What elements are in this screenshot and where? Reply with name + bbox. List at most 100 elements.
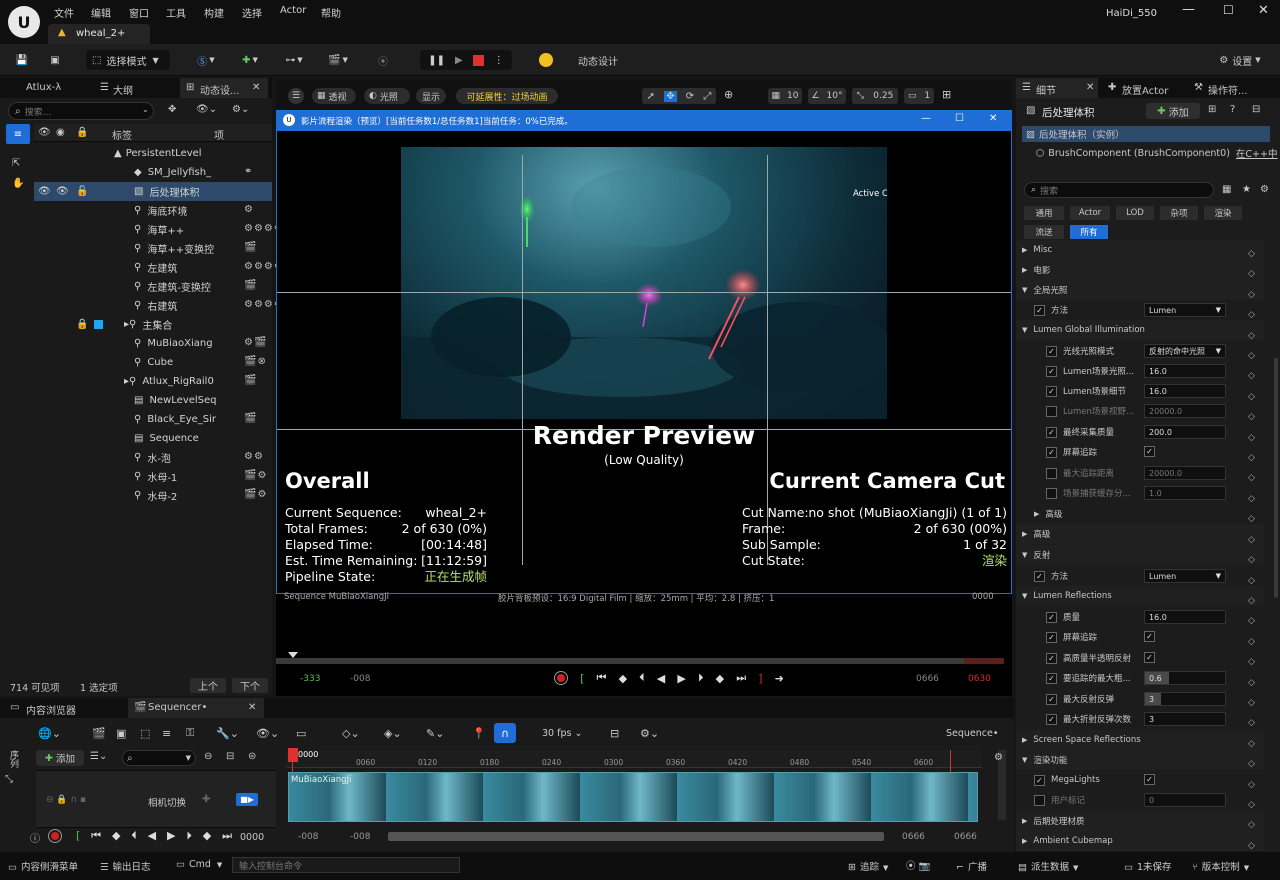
next-frame-icon[interactable]: ⏵ [186, 829, 192, 843]
help-icon[interactable]: ? [1230, 104, 1235, 115]
component-instance[interactable]: ▧ 后处理体积（实例） [1022, 126, 1270, 142]
section-movie[interactable]: ▶ 电影 [1016, 260, 1264, 280]
visibility-filter-icon[interactable]: 👁⌄ [196, 104, 217, 115]
end-frame-marker[interactable]: 0630 [968, 674, 991, 684]
list-item[interactable]: ▲ PersistentLevel [34, 144, 272, 163]
world-icon[interactable]: 🌐⌄ [38, 727, 61, 740]
final-gather-quality-field[interactable]: 200.0 [1144, 425, 1226, 439]
maximize-icon[interactable]: ☐ [1223, 3, 1234, 17]
world-icon[interactable]: ⊕ [724, 88, 733, 101]
list-item[interactable]: ⚲ 水母-1 🎬⚙ [34, 467, 272, 486]
filter-general[interactable]: 通用 [1024, 206, 1064, 220]
override-checkbox[interactable]: ✓ [1046, 611, 1057, 623]
record-status-icon[interactable]: ⦿ 📷 [906, 858, 930, 872]
override-checkbox[interactable]: ✓ [1046, 693, 1057, 705]
source-control-icon[interactable]: Ⓢ ▼ [192, 50, 220, 70]
collapse-icon[interactable]: ⊖ [204, 751, 212, 762]
override-checkbox[interactable]: ✓ [1034, 774, 1045, 786]
list-item[interactable]: ⚲ 左建筑 ⚙⚙⚙⚙ [34, 258, 283, 277]
lighting-button[interactable]: ◐ 光照 [364, 88, 410, 104]
settings-icon[interactable]: ⚙⌄ [232, 104, 249, 115]
list-item[interactable]: ▸⚲ Atlux_RigRail0 🎬 [34, 372, 272, 391]
unsaved-button[interactable]: ▭ 1未保存 [1124, 859, 1172, 873]
select-icon[interactable]: ➚ [647, 91, 655, 102]
list-item[interactable]: 🔒 ▸⚲ 主集合 [34, 315, 272, 334]
sort-icon[interactable]: ⊜ [248, 751, 256, 762]
start-frame[interactable]: -008 [350, 674, 370, 684]
source-control-button[interactable]: ⑂ 版本控制 ▼ [1192, 859, 1249, 873]
tab-sequencer[interactable]: Sequencer• [148, 702, 207, 713]
transform-key-icon[interactable]: ◈⌄ [384, 727, 402, 740]
visible-icon[interactable]: 👁 [38, 186, 51, 197]
sequencer-h-scrollbar[interactable] [388, 832, 884, 841]
menu-file[interactable]: 文件 [54, 5, 74, 20]
prev-frame-icon[interactable]: ⏴ [131, 829, 137, 843]
refl-screen-traces-checkbox[interactable]: ✓ [1144, 631, 1155, 642]
tools-icon[interactable]: 🔧⌄ [216, 727, 239, 740]
mode-dropdown[interactable]: ⬚ 选择模式 ▼ [86, 50, 170, 70]
cpp-link[interactable]: 在C++中 [1236, 146, 1278, 160]
tab-details[interactable]: 细节 [1036, 82, 1056, 97]
perspective-button[interactable]: ▦ 透视 [312, 88, 356, 104]
section-misc[interactable]: ▶ Misc [1016, 240, 1264, 260]
list-item[interactable]: ⚲ 海草++变换控 🎬 [34, 239, 272, 258]
close-tab-icon[interactable]: ✕ [252, 82, 260, 93]
add-key-icon[interactable]: ✚ [202, 794, 210, 805]
list-item[interactable]: ⚲ MuBiaoXiang ⚙🎬 [34, 334, 272, 353]
lock-icon[interactable]: 🔓 [76, 186, 88, 197]
override-checkbox[interactable]: ✓ [1034, 304, 1045, 316]
panel-settings-icon[interactable]: ⚙ [994, 752, 1003, 763]
play-end-field[interactable]: 0666 [902, 832, 925, 842]
camera-cut-clip[interactable]: MuBiaoXiangJi [288, 772, 978, 822]
end-frame[interactable]: 0666 [916, 674, 939, 684]
playhead[interactable] [288, 748, 298, 762]
output-log-button[interactable]: ☰ 输出日志 [100, 859, 151, 873]
cinematics-icon[interactable]: 🎬 ▼ [324, 50, 352, 70]
add-component-button[interactable]: ✚ 添加 [1146, 103, 1200, 119]
tab-place-actor[interactable]: 放置Actor [1122, 82, 1168, 97]
list-item[interactable]: ⚲ Black_Eye_Sir 🎬 [34, 410, 272, 429]
in-marker-icon[interactable]: [ [76, 829, 80, 843]
column-label[interactable]: 标签 [112, 127, 132, 142]
menu-select[interactable]: 选择 [242, 5, 262, 20]
next-key-icon[interactable]: ◆ [203, 829, 211, 843]
scale-snap-button[interactable]: ⤡ 0.25 [852, 88, 898, 104]
reverse-icon[interactable]: ◀ [657, 672, 665, 685]
derived-data-button[interactable]: ▤ 派生数据 ▼ [1018, 859, 1078, 873]
favorite-icon[interactable]: ★ [1242, 184, 1251, 195]
view-end-field[interactable]: 0666 [954, 832, 977, 842]
content-icon[interactable]: ▣ [44, 50, 66, 70]
hand-tool-icon[interactable]: ✋ [12, 178, 24, 189]
view-start-field[interactable]: -008 [298, 832, 318, 842]
snapshot-icon[interactable]: ⬚ [140, 727, 150, 740]
close-icon[interactable]: ✕ [1258, 3, 1269, 18]
fps-select[interactable]: 30 fps ⌄ [542, 728, 582, 739]
scene-view-distance-field[interactable]: 20000.0 [1144, 404, 1226, 418]
tab-motion-design[interactable]: 动态设... [200, 82, 240, 97]
trace-button[interactable]: ⊞ 追踪 ▼ [848, 859, 888, 873]
play-start-field[interactable]: -008 [350, 832, 370, 842]
cmd-dropdown[interactable]: ▭ Cmd ▼ [176, 859, 222, 870]
visible2-icon[interactable]: 👁 [56, 186, 69, 197]
record-icon[interactable] [48, 829, 62, 843]
content-drawer-button[interactable]: ▭ 内容侧滑菜单 [8, 859, 78, 873]
render-icon[interactable]: ▣ [116, 727, 126, 740]
section-render-features[interactable]: ▼ 渲染功能 [1016, 750, 1264, 770]
table-view-icon[interactable]: ▦ [1222, 184, 1231, 195]
section-advanced-inner[interactable]: ▶ 高级 [1016, 504, 1264, 524]
tab-operators[interactable]: 操作符... [1208, 82, 1248, 97]
rotate-icon[interactable]: ⟳ [686, 91, 694, 102]
select-tool-icon[interactable]: ⇱ [12, 158, 20, 169]
pen-icon[interactable]: ✎⌄ [426, 727, 444, 740]
save-icon[interactable]: 🎬 [92, 727, 106, 740]
grid-snap-button[interactable]: ▦ 10 [768, 88, 802, 104]
override-checkbox[interactable]: ✓ [1046, 446, 1057, 458]
scale-icon[interactable]: ⤢ [703, 91, 711, 102]
filter-misc[interactable]: 杂项 [1160, 206, 1198, 220]
override-checkbox[interactable]: ✓ [1046, 672, 1057, 684]
override-checkbox[interactable] [1046, 467, 1057, 479]
max-roughness-slider[interactable]: 0.6 [1144, 671, 1226, 685]
translucent-reflections-checkbox[interactable]: ✓ [1144, 652, 1155, 663]
max-reflection-bounces-slider[interactable]: 3 [1144, 692, 1226, 706]
go-end-icon[interactable]: ⏭ [736, 671, 746, 685]
